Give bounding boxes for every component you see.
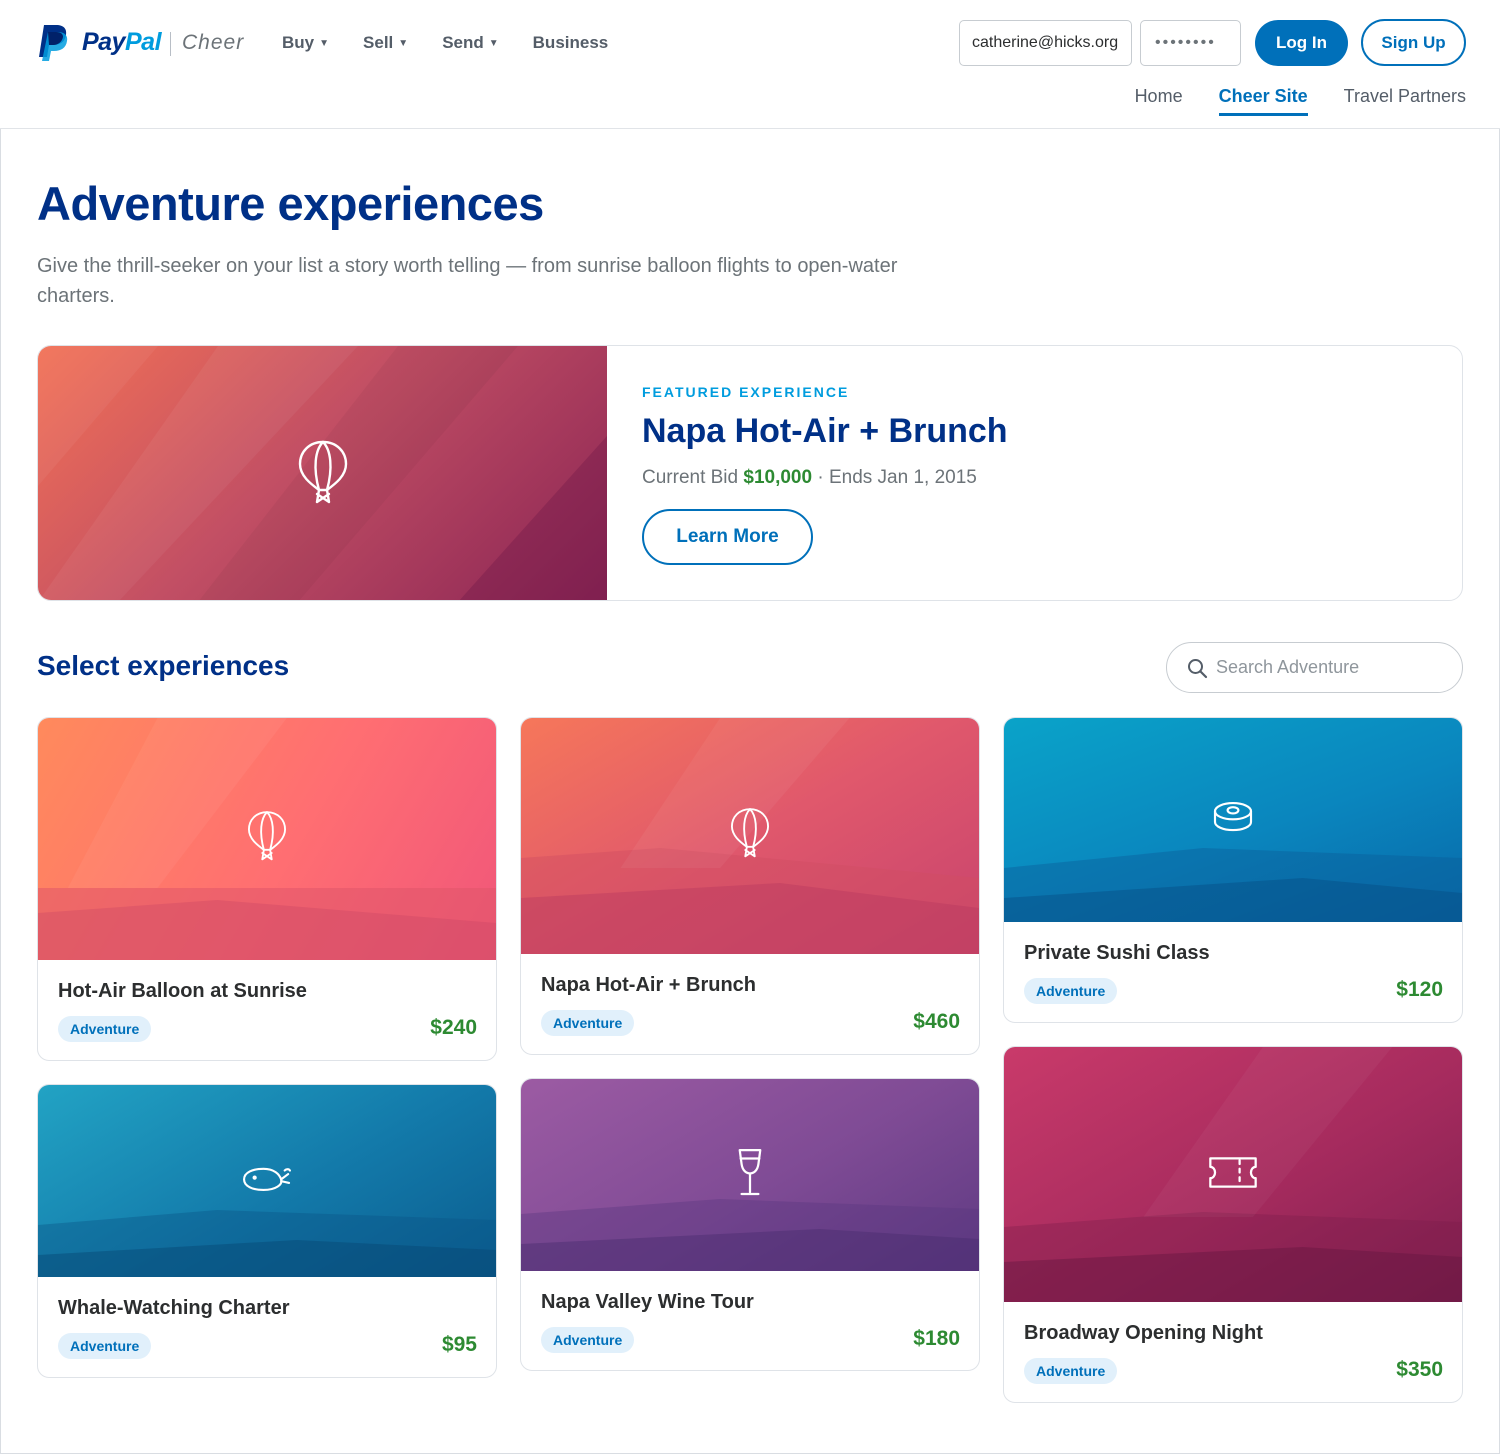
page-intro: Give the thrill-seeker on your list a st… bbox=[37, 255, 898, 307]
category-tag: Adventure bbox=[541, 1010, 635, 1036]
category-tag: Adventure bbox=[58, 1016, 152, 1042]
page-title: Adventure experiences bbox=[37, 177, 544, 230]
subnav-home[interactable]: Home bbox=[1135, 86, 1183, 113]
experience-card[interactable]: Broadway Opening Night Adventure $350 bbox=[1003, 1046, 1463, 1403]
nav-buy[interactable]: Buy ▼ bbox=[282, 33, 329, 53]
category-tag: Adventure bbox=[541, 1327, 635, 1353]
whale-icon bbox=[240, 1164, 294, 1199]
featured-title[interactable]: Napa Hot-Air + Brunch bbox=[642, 412, 1008, 451]
site-subbrand: Cheer bbox=[182, 31, 245, 54]
nav-sell-label: Sell bbox=[363, 33, 394, 52]
logo-divider bbox=[170, 32, 171, 56]
experience-card[interactable]: Napa Valley Wine Tour Adventure $180 bbox=[520, 1078, 980, 1371]
card-image bbox=[521, 1079, 979, 1271]
primary-nav: Buy ▼ Sell ▼ Send ▼ Business bbox=[282, 33, 608, 53]
card-price: $240 bbox=[430, 1016, 477, 1039]
featured-meta: Current Bid $10,000 · Ends Jan 1, 2015 bbox=[642, 467, 977, 489]
card-title: Whale-Watching Charter bbox=[58, 1297, 290, 1319]
ticket-icon bbox=[1207, 1155, 1259, 1194]
subnav-cheer-site[interactable]: Cheer Site bbox=[1218, 86, 1308, 116]
nav-business-label: Business bbox=[532, 33, 609, 52]
card-price: $180 bbox=[913, 1327, 960, 1350]
paypal-wordmark[interactable]: PayPal bbox=[82, 28, 162, 57]
caret-down-icon: ▼ bbox=[488, 37, 499, 49]
category-tag: Adventure bbox=[58, 1333, 152, 1359]
card-title: Napa Valley Wine Tour bbox=[541, 1291, 754, 1313]
learn-more-button[interactable]: Learn More bbox=[642, 509, 813, 565]
section-title: Select experiences bbox=[37, 650, 290, 681]
card-image bbox=[38, 1085, 496, 1277]
bid-value: $10,000 bbox=[743, 467, 813, 488]
login-button[interactable]: Log In bbox=[1255, 20, 1348, 66]
site-header: PayPal Cheer Buy ▼ Sell ▼ Send ▼ Busines… bbox=[0, 0, 1500, 129]
card-image bbox=[1004, 718, 1462, 922]
caret-down-icon: ▼ bbox=[319, 37, 330, 49]
experience-card[interactable]: Private Sushi Class Adventure $120 bbox=[1003, 717, 1463, 1023]
secondary-nav: Home Cheer Site Travel Partners bbox=[1135, 86, 1466, 116]
card-price: $460 bbox=[913, 1010, 960, 1033]
nav-sell[interactable]: Sell ▼ bbox=[363, 33, 408, 53]
balloon-icon bbox=[728, 806, 772, 867]
wordmark-pal: Pal bbox=[124, 28, 162, 56]
wine-glass-icon bbox=[736, 1147, 764, 1204]
search-input[interactable] bbox=[1216, 643, 1452, 692]
featured-image bbox=[38, 346, 607, 600]
card-title: Hot-Air Balloon at Sunrise bbox=[58, 980, 307, 1002]
email-field[interactable] bbox=[959, 20, 1132, 66]
card-image bbox=[521, 718, 979, 954]
nav-business[interactable]: Business bbox=[533, 33, 609, 53]
card-price: $350 bbox=[1396, 1358, 1443, 1381]
password-field[interactable] bbox=[1140, 20, 1241, 66]
category-tag: Adventure bbox=[1024, 1358, 1118, 1384]
search-icon bbox=[1188, 659, 1208, 679]
search-box[interactable] bbox=[1166, 642, 1463, 693]
nav-buy-label: Buy bbox=[282, 33, 315, 52]
meta-separator: · bbox=[817, 467, 824, 488]
featured-experience-card: FEATURED EXPERIENCE Napa Hot-Air + Brunc… bbox=[37, 345, 1463, 601]
experience-card[interactable]: Napa Hot-Air + Brunch Adventure $460 bbox=[520, 717, 980, 1055]
experience-card[interactable]: Hot-Air Balloon at Sunrise Adventure $24… bbox=[37, 717, 497, 1061]
caret-down-icon: ▼ bbox=[398, 37, 409, 49]
signup-button[interactable]: Sign Up bbox=[1361, 19, 1466, 66]
card-title: Broadway Opening Night bbox=[1024, 1322, 1263, 1344]
balloon-icon bbox=[295, 438, 351, 508]
bid-label: Current Bid bbox=[642, 467, 739, 488]
experience-card[interactable]: Whale-Watching Charter Adventure $95 bbox=[37, 1084, 497, 1378]
card-image bbox=[1004, 1047, 1462, 1302]
subnav-travel-partners[interactable]: Travel Partners bbox=[1344, 86, 1466, 113]
featured-eyebrow: FEATURED EXPERIENCE bbox=[642, 384, 850, 400]
card-image bbox=[38, 718, 496, 960]
nav-send-label: Send bbox=[442, 33, 484, 52]
card-title: Private Sushi Class bbox=[1024, 942, 1210, 964]
category-tag: Adventure bbox=[1024, 978, 1118, 1004]
nav-send[interactable]: Send ▼ bbox=[442, 33, 498, 53]
card-title: Napa Hot-Air + Brunch bbox=[541, 974, 757, 996]
card-price: $95 bbox=[441, 1333, 477, 1356]
paypal-logo-icon[interactable] bbox=[36, 24, 70, 62]
balloon-icon bbox=[245, 809, 289, 870]
auction-end-date: Ends Jan 1, 2015 bbox=[828, 467, 977, 488]
card-price: $120 bbox=[1396, 978, 1443, 1001]
sushi-icon bbox=[1210, 800, 1256, 841]
wordmark-pay: Pay bbox=[82, 28, 125, 56]
